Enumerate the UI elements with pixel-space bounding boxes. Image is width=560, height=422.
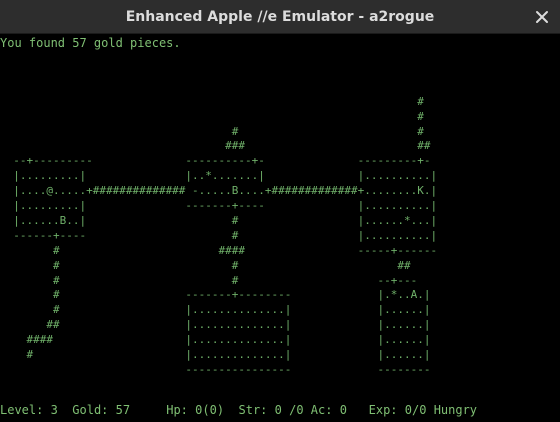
hp-label: Hp: — [166, 403, 188, 417]
map-row: # — [0, 109, 424, 123]
map-row: |.........| |..*.......| |..........| — [0, 169, 438, 183]
map-row: ------+---- # |..........| — [0, 228, 438, 242]
ac-value: 0 — [339, 403, 347, 417]
window-titlebar[interactable]: Enhanced Apple //e Emulator - a2rogue — [0, 0, 560, 34]
map-row: # # --+--- — [0, 273, 418, 287]
map-row: |.........| -------+---- |..........| — [0, 199, 438, 212]
map-row: ---------------- -------- — [0, 362, 431, 376]
map-row: --+--------- ----------+- ---------+- — [0, 154, 431, 168]
window-title: Enhanced Apple //e Emulator - a2rogue — [125, 9, 435, 25]
map-row: # #### -----+------ — [0, 243, 438, 257]
hp-value: 0(0) — [195, 403, 225, 417]
str-value: 0 /0 — [274, 403, 304, 417]
map-row: # |..............| |......| — [0, 348, 431, 361]
map-row: |......B..| # |......*...| — [0, 213, 438, 227]
emulator-window: Enhanced Apple //e Emulator - a2rogue Yo… — [0, 0, 560, 422]
hunger-status: Hungry — [433, 403, 478, 417]
level-label: Level: — [0, 403, 44, 417]
map-row: # # — [0, 124, 424, 138]
gold-value: 57 — [115, 403, 131, 417]
str-label: Str: — [238, 403, 268, 417]
exp-label: Exp: — [368, 403, 398, 417]
close-button[interactable] — [534, 9, 550, 25]
status-line: Level: 3 Gold: 57 Hp: 0(0) Str: 0 /0 Ac:… — [0, 403, 477, 417]
map-row: # -------+-------- |.*..A.| — [0, 288, 431, 302]
map-row: #### |..............| |......| — [0, 333, 431, 347]
game-screen[interactable]: You found 57 gold pieces. # # # # ### ##… — [0, 34, 560, 422]
map-row: |....@.....+############## -.....B....+#… — [0, 184, 438, 198]
map-row: # # ## — [0, 258, 411, 272]
close-icon — [536, 11, 548, 23]
ac-label: Ac: — [310, 403, 333, 417]
gold-label: Gold: — [72, 403, 109, 417]
exp-value: 0/0 — [404, 403, 427, 417]
map-row: ### ## — [0, 139, 431, 153]
message-line: You found 57 gold pieces. — [0, 36, 181, 50]
map-row: # |..............| |......| — [0, 303, 431, 317]
map-row: # — [0, 94, 424, 108]
level-value: 3 — [50, 403, 58, 417]
map-row: ## |..............| |......| — [0, 318, 431, 332]
